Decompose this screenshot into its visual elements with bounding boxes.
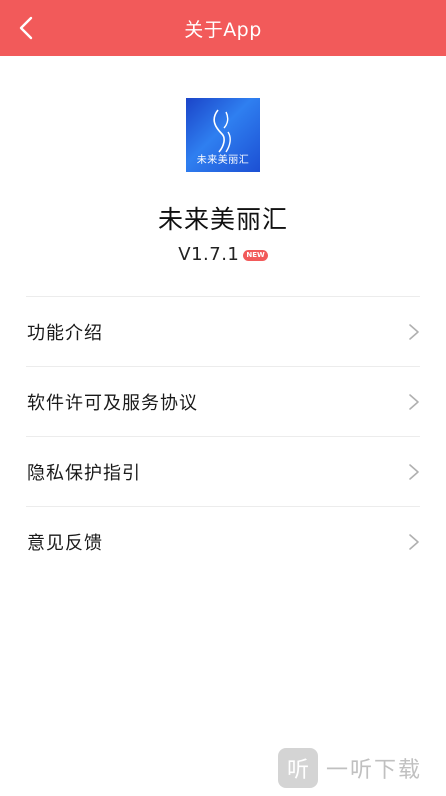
menu-item-label: 意见反馈 <box>27 532 103 554</box>
chevron-right-icon <box>408 323 420 341</box>
menu-item-label: 功能介绍 <box>27 322 103 344</box>
version-row: V1.7.1 NEW <box>0 244 446 265</box>
menu-item-license-agreement[interactable]: 软件许可及服务协议 <box>0 367 446 436</box>
watermark: 听 一听下载 <box>278 746 440 790</box>
version-number: V1.7.1 <box>178 244 240 265</box>
chevron-left-icon <box>19 16 33 40</box>
back-button[interactable] <box>6 8 46 48</box>
top-bar: 关于App <box>0 0 446 56</box>
menu-item-label: 隐私保护指引 <box>27 462 141 484</box>
app-logo: 未来美丽汇 <box>186 98 260 172</box>
menu-item-features[interactable]: 功能介绍 <box>0 297 446 366</box>
chevron-right-icon <box>408 463 420 481</box>
page-title: 关于App <box>184 18 262 41</box>
chevron-right-icon <box>408 393 420 411</box>
app-name: 未来美丽汇 <box>157 205 288 234</box>
menu-list: 功能介绍 软件许可及服务协议 隐私保护指引 意见反馈 <box>0 296 446 576</box>
watermark-logo-icon: 听 <box>278 748 318 788</box>
watermark-text: 一听下载 <box>326 758 423 783</box>
chevron-right-icon <box>408 533 420 551</box>
logo-text: 未来美丽汇 <box>196 155 250 166</box>
watermark-glyph: 听 <box>286 758 309 783</box>
menu-item-privacy[interactable]: 隐私保护指引 <box>0 437 446 506</box>
menu-item-label: 软件许可及服务协议 <box>27 392 198 414</box>
new-badge: NEW <box>243 250 268 261</box>
menu-item-feedback[interactable]: 意见反馈 <box>0 507 446 576</box>
